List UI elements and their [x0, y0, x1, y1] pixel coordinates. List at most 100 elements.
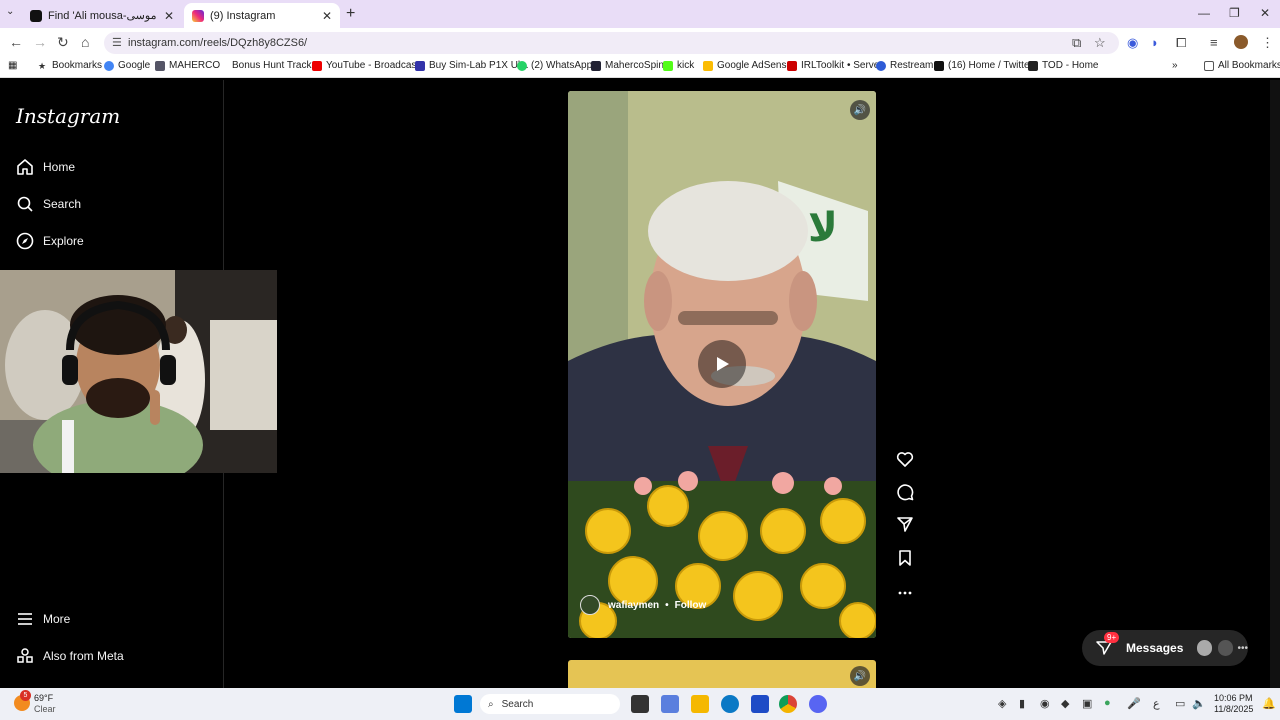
bookmark-item[interactable]: MahercoSpin — [591, 60, 664, 71]
taskbar-search-label: Search — [501, 698, 534, 710]
unmute-icon[interactable]: 🔊 — [850, 666, 870, 686]
nav-search[interactable]: Search — [16, 195, 81, 213]
apps-grid-icon[interactable]: ▦ — [8, 60, 17, 71]
volume-icon[interactable]: 🔈 — [1192, 697, 1206, 710]
bookmarks-overflow-icon[interactable]: » — [1172, 60, 1178, 71]
instagram-logo[interactable]: Instagram — [16, 104, 120, 128]
hamburger-menu-icon — [16, 610, 34, 628]
file-explorer-icon[interactable] — [691, 695, 709, 713]
bookmark-item[interactable]: Restream — [876, 60, 933, 71]
home-icon — [16, 158, 34, 176]
profile-avatar[interactable] — [1234, 35, 1248, 49]
bookmark-item[interactable]: Buy Sim-Lab P1X Ul... — [415, 60, 528, 71]
chrome-icon[interactable] — [779, 695, 797, 713]
windows-start-icon[interactable] — [454, 695, 472, 713]
tray-icon[interactable]: ▣ — [1082, 697, 1092, 710]
app-icon[interactable] — [661, 695, 679, 713]
nav-more[interactable]: More — [16, 610, 70, 628]
next-reel-preview[interactable]: 🔊 — [568, 660, 876, 688]
reel-video[interactable]: ﻻ 🔊 wafiaymen • Follow — [568, 91, 876, 638]
taskbar-search[interactable]: ⌕ Search — [480, 694, 620, 714]
tab-title: (9) Instagram — [210, 9, 276, 22]
instagram-page: Instagram Home Search Explore More Also … — [0, 80, 1280, 688]
home-icon[interactable]: ⌂ — [81, 34, 89, 50]
nav-home[interactable]: Home — [16, 158, 75, 176]
extensions-puzzle-icon[interactable]: ⧠ — [1176, 35, 1186, 51]
bookmark-item[interactable]: Google — [104, 60, 150, 71]
messages-button[interactable]: 9+ Messages ••• — [1082, 630, 1248, 666]
author-username[interactable]: wafiaymen — [608, 600, 659, 611]
extension-icon[interactable]: ◗ — [1151, 35, 1159, 50]
bookmark-item[interactable]: Google AdSense — [703, 60, 792, 71]
close-tab-icon[interactable]: ✕ — [322, 9, 332, 23]
weather-badge: 5 — [20, 690, 31, 701]
follow-button[interactable]: Follow — [675, 600, 707, 611]
play-icon[interactable] — [698, 340, 746, 388]
microphone-icon[interactable]: 🎤 — [1127, 697, 1141, 710]
bookmark-item[interactable]: kick — [663, 60, 694, 71]
forward-icon[interactable]: → — [33, 34, 47, 50]
tab-find-ali[interactable]: Find 'Ali mousa-علي موسى' on ✕ — [22, 3, 182, 28]
like-icon[interactable] — [895, 450, 915, 468]
bookmark-icon[interactable] — [895, 549, 915, 567]
webcam-person-image — [0, 270, 277, 473]
bookmark-label: YouTube - Broadcas... — [326, 60, 425, 71]
bookmark-item[interactable]: MAHERCO — [155, 60, 220, 71]
store-icon[interactable] — [751, 695, 769, 713]
tab-search-icon[interactable]: ⌄ — [6, 6, 14, 17]
bookmark-item[interactable]: IRLToolkit • Server — [787, 60, 883, 71]
all-bookmarks[interactable]: All Bookmarks — [1204, 60, 1280, 71]
nav-also-from-meta[interactable]: Also from Meta — [16, 647, 124, 665]
close-tab-icon[interactable]: ✕ — [164, 9, 174, 23]
nav-label: Search — [43, 197, 82, 211]
bookmark-item[interactable]: (16) Home / Twitter — [934, 60, 1033, 71]
address-toolbar: ← → ↻ ⌂ ☰ instagram.com/reels/DQzh8y8CZS… — [0, 28, 1280, 56]
nav-explore[interactable]: Explore — [16, 232, 84, 250]
edge-icon[interactable] — [721, 695, 739, 713]
bookmark-star-icon[interactable]: ☆ — [1094, 35, 1106, 51]
notifications-icon[interactable]: 🔔 — [1262, 697, 1276, 710]
bookmark-label: Google — [118, 60, 151, 71]
media-control-icon[interactable]: ≡ — [1210, 35, 1218, 50]
scrollbar[interactable] — [1270, 80, 1280, 688]
bookmark-label: Bookmarks — [52, 60, 103, 71]
unmute-icon[interactable]: 🔊 — [850, 100, 870, 120]
bookmark-label: MahercoSpin — [605, 60, 664, 71]
tray-icon[interactable]: ◈ — [998, 697, 1006, 710]
bookmark-item[interactable]: (2) WhatsApp — [517, 60, 592, 71]
keyboard-language-icon[interactable]: ع — [1153, 697, 1160, 710]
bookmark-item[interactable]: Bonus Hunt Tracker — [218, 60, 320, 71]
bookmark-item[interactable]: ★ Bookmarks — [38, 60, 102, 71]
new-tab-icon[interactable]: + — [346, 5, 355, 23]
network-icon[interactable]: ▭ — [1175, 697, 1185, 710]
more-options-icon[interactable] — [895, 584, 915, 602]
discord-icon[interactable] — [809, 695, 827, 713]
maximize-icon[interactable]: ❐ — [1229, 6, 1240, 20]
minimize-icon[interactable]: — — [1198, 6, 1210, 20]
clock-time[interactable]: 10:06 PM — [1214, 693, 1253, 703]
avatar — [1197, 640, 1213, 656]
extension-icon[interactable]: ◉ — [1127, 35, 1138, 51]
task-view-icon[interactable] — [631, 695, 649, 713]
share-icon[interactable] — [895, 515, 915, 533]
bookmark-item[interactable]: TOD - Home — [1028, 60, 1099, 71]
reload-icon[interactable]: ↻ — [57, 34, 69, 51]
steam-icon[interactable]: ◉ — [1040, 697, 1050, 710]
tray-icon[interactable]: ▮ — [1019, 697, 1025, 710]
clock-date[interactable]: 11/8/2025 — [1214, 704, 1253, 714]
back-icon[interactable]: ← — [9, 34, 23, 50]
author-avatar[interactable] — [580, 595, 600, 615]
search-icon — [16, 195, 34, 213]
site-info-icon[interactable]: ☰ — [112, 36, 122, 49]
tray-icon[interactable]: ● — [1104, 697, 1111, 709]
bookmark-label: Buy Sim-Lab P1X Ul... — [429, 60, 529, 71]
comment-icon[interactable] — [895, 483, 915, 501]
tab-instagram[interactable]: (9) Instagram ✕ — [184, 3, 340, 28]
install-app-icon[interactable]: ⧉ — [1072, 35, 1081, 51]
bookmark-item[interactable]: YouTube - Broadcas... — [312, 60, 425, 71]
menu-kebab-icon[interactable]: ⋮ — [1261, 35, 1274, 51]
tray-icon[interactable]: ◆ — [1061, 697, 1069, 710]
close-window-icon[interactable]: ✕ — [1260, 6, 1270, 20]
url-field[interactable]: ☰ instagram.com/reels/DQzh8y8CZS6/ — [104, 32, 1119, 54]
bookmark-label: MAHERCO — [169, 60, 221, 71]
